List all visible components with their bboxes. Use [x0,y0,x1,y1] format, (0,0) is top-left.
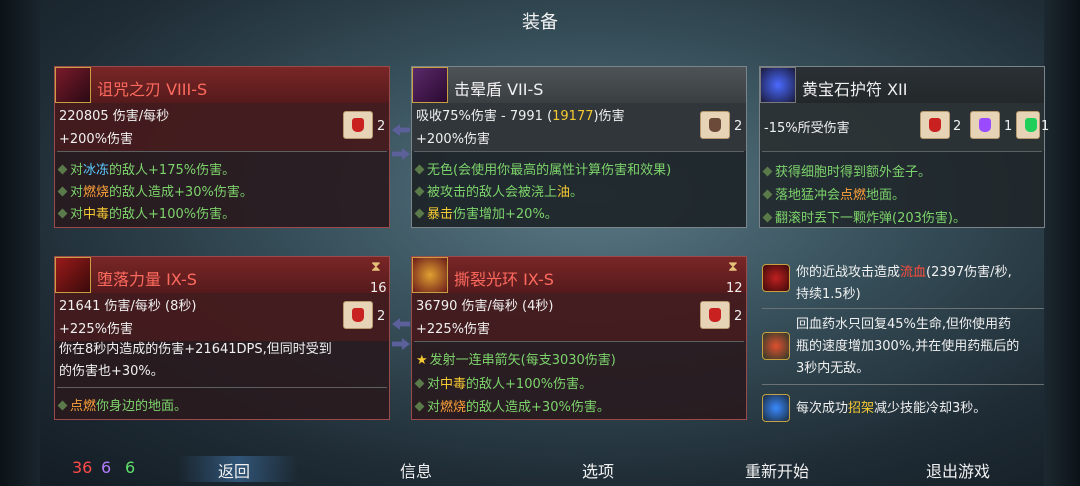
survival-scroll-icon [700,111,730,139]
restart-button[interactable]: 重新开始 [745,458,809,482]
item-name: 诅咒之刃 VIII-S [97,80,208,99]
parry-mutation-icon [762,394,790,422]
back-button[interactable]: 返回 [218,458,250,482]
survival-scroll-icon [1016,111,1040,139]
effect-line: 点燃你身边的地面。 [57,395,187,414]
item-description: 你在8秒内造成的伤害+21641DPS,但同时受到 的伤害也+30%。 [59,342,332,379]
effect-line: 落地猛冲会点燃地面。 [762,184,905,203]
mutation-row[interactable]: 回血药水只回复45%生命,但你使用药 瓶的速度增加300%,并在使用药瓶后的 3秒内… [762,314,1044,385]
page-title: 装备 [522,12,558,33]
bleed-mutation-icon [762,264,790,292]
scroll-count: 2 [377,119,386,134]
effect-line: 对中毒的敌人+100%伤害。 [57,203,235,222]
link-arrow-right [392,338,410,350]
item-bonus: +225%伤害 [416,322,491,337]
cursed-sword-icon [55,67,91,103]
footer-bar: 36 6 6 返回 信息 选项 重新开始 退出游戏 [0,448,1080,486]
scroll-count: 2 [734,119,743,134]
effect-line: 对冰冻的敌人+175%伤害。 [57,159,235,178]
item-dps: 21641 伤害/每秒 (8秒) [59,299,197,314]
item-name: 黄宝石护符 XII [802,80,908,99]
brutality-scroll-icon [343,111,373,139]
options-button[interactable]: 选项 [582,458,614,482]
item-name: 撕裂光环 IX-S [454,270,554,289]
item-dps: 36790 伤害/每秒 (4秒) [416,299,554,314]
potion-mutation-icon [762,332,790,360]
stun-shield-icon [412,67,448,103]
survival-stat: 6 [125,458,136,477]
effect-line: 对燃烧的敌人造成+30%伤害。 [57,181,253,200]
brutality-scroll-icon [343,301,373,329]
star-icon: ★ [416,353,428,368]
corrupted-power-icon [55,257,91,293]
effect-line: 无色(会使用你最高的属性计算伤害和效果) [414,159,671,178]
amulet-slot-card[interactable]: 黄宝石护符 XII -15%所受伤害 2 1 1 获得细胞时得到额外金子。 落地… [759,66,1049,228]
info-button[interactable]: 信息 [400,458,432,482]
amulet-icon [760,67,796,103]
hourglass-icon: ⧗ [728,259,738,275]
link-arrow-left [392,318,410,330]
effect-line: 翻滚时丢下一颗炸弹(203伤害)。 [762,207,966,226]
brutality-stat: 36 [72,458,93,477]
cooldown-value: 16 [370,281,387,296]
weapon-slot-2-card[interactable]: 击晕盾 VII-S 吸收75%伤害 - 7991 (19177)伤害 +200%… [411,66,747,228]
item-name: 击晕盾 VII-S [454,80,544,99]
effect-line: 暴击伤害增加+20%。 [414,203,558,222]
effect-line: 对燃烧的敌人造成+30%伤害。 [414,396,610,415]
item-dps: 220805 伤害/每秒 [59,109,170,124]
mutation-row[interactable]: 每次成功招架减少技能冷却3秒。 [762,394,1044,424]
link-arrow-left [392,124,410,136]
weapon-slot-1-card[interactable]: 诅咒之刃 VIII-S 220805 伤害/每秒 +200%伤害 2 对冰冻的敌… [54,66,390,228]
item-bonus: +225%伤害 [59,322,134,337]
item-block: 吸收75%伤害 - 7991 (19177)伤害 [416,109,625,124]
effect-line: 被攻击的敌人会被浇上油。 [414,181,583,200]
brutality-scroll-icon [700,301,730,329]
hourglass-icon: ⧗ [371,259,381,275]
tactics-stat: 6 [101,458,112,477]
item-bonus: +200%伤害 [416,132,491,147]
right-shadow [1044,0,1080,486]
effect-line: 对中毒的敌人+100%伤害。 [414,373,592,392]
item-bonus: +200%伤害 [59,132,134,147]
brutality-scroll-icon [920,111,950,139]
tactics-scroll-icon [970,111,1000,139]
left-shadow [0,0,40,486]
mutation-row[interactable]: 你的近战攻击造成流血(2397伤害/秒, 持续1.5秒) [762,262,1044,310]
skill-slot-2-card[interactable]: 撕裂光环 IX-S ⧗ 12 36790 伤害/每秒 (4秒) +225%伤害 … [411,256,747,420]
cooldown-value: 12 [726,281,743,296]
lacerating-aura-icon [412,257,448,293]
effect-line: 获得细胞时得到额外金子。 [762,161,931,180]
skill-slot-1-card[interactable]: 堕落力量 IX-S ⧗ 16 21641 伤害/每秒 (8秒) +225%伤害 … [54,256,390,420]
item-name: 堕落力量 IX-S [97,270,197,289]
effect-line: ★ 发射一连串箭矢(每支3030伤害) [416,353,616,368]
item-resist: -15%所受伤害 [764,121,850,136]
link-arrow-right [392,148,410,160]
quit-game-button[interactable]: 退出游戏 [926,458,990,482]
